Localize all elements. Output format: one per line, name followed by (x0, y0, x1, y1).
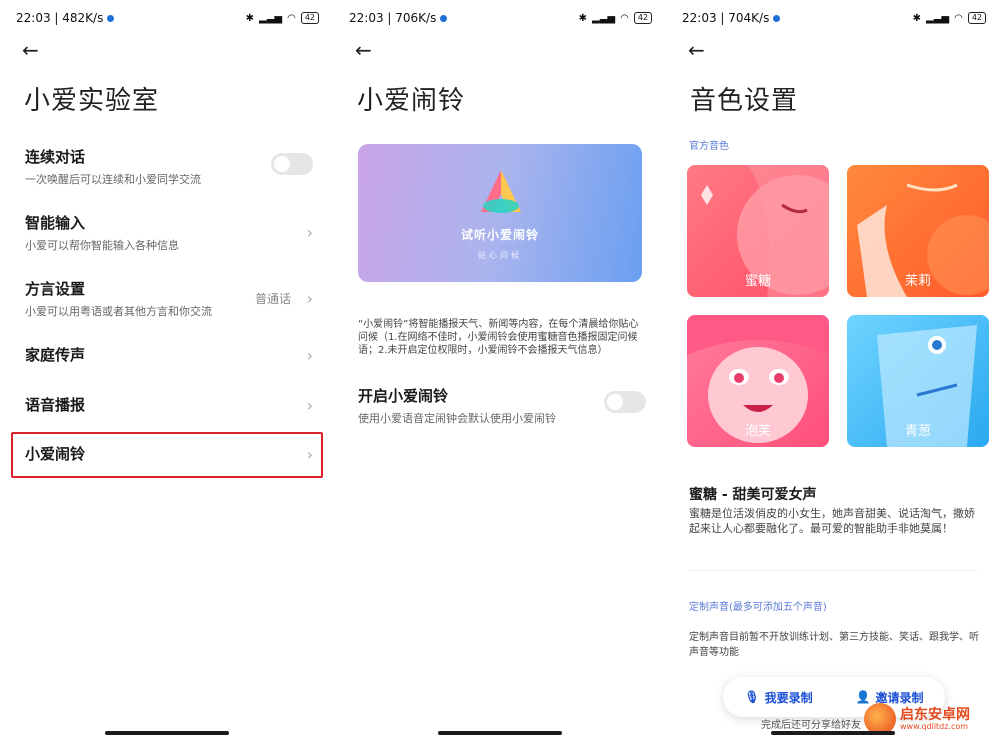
selected-voice-name: 蜜糖 - 甜美可爱女声 (689, 487, 817, 503)
page-title: 小爱实验室 (24, 86, 160, 116)
voice-label: 泡芙 (744, 424, 771, 439)
setting-title: 语音播报 (25, 396, 86, 414)
banner-title: 试听小爱闹铃 (460, 228, 539, 242)
battery-icon: 42 (300, 12, 319, 24)
status-speed: 704K/s (728, 11, 770, 25)
page-title: 小爱闹铃 (357, 86, 466, 116)
voice-label: 青葱 (904, 424, 931, 439)
bluetooth-icon: ✱ (912, 12, 921, 24)
battery-icon: 42 (967, 12, 986, 24)
back-arrow-icon[interactable]: ← (355, 38, 372, 62)
microphone-icon: 🎙 (744, 690, 760, 704)
page-title: 音色设置 (690, 86, 799, 116)
status-bar: 22:03 | 706K/s ✱ ▂▃▅ ◠ 42 (349, 8, 652, 28)
setting-title: 开启小爱闹铃 (358, 387, 449, 405)
signal-icon: ▂▃▅ (926, 12, 950, 24)
voice-tile-qingcong[interactable]: 青葱 (847, 315, 989, 447)
status-time: 22:03 (16, 11, 51, 25)
voice-tile-paofu[interactable]: 泡芙 (687, 315, 829, 447)
setting-subtitle: 一次唤醒后可以连续和小爱同学交流 (25, 173, 201, 186)
setting-dialect[interactable]: 方言设置 小爱可以用粤语或者其他方言和你交流 普通话 › (25, 278, 313, 318)
setting-continuous-dialog[interactable]: 连续对话 一次唤醒后可以连续和小爱同学交流 (25, 146, 313, 186)
home-indicator[interactable] (104, 731, 229, 735)
share-hint: 完成后还可分享给好友 (761, 720, 861, 731)
chevron-right-icon: › (306, 345, 313, 365)
setting-smart-input[interactable]: 智能输入 小爱可以帮你智能输入各种信息 › (25, 212, 313, 252)
alarm-description: “小爱闹铃”将智能播报天气、新闻等内容，在每个清晨给你贴心问候（1.在网络不佳时… (358, 319, 639, 356)
voice-tile-moli[interactable]: 茉莉 (847, 165, 989, 297)
setting-subtitle: 使用小爱语音定闹钟会默认使用小爱闹铃 (358, 412, 556, 425)
setting-title: 连续对话 (25, 148, 86, 166)
signal-icon: ▂▃▅ (259, 12, 283, 24)
alarm-preview-banner[interactable]: 试听小爱闹铃 贴心问候 (358, 144, 642, 282)
status-time: 22:03 (349, 11, 384, 25)
chevron-right-icon: › (306, 395, 313, 415)
notification-dot-icon (773, 14, 781, 22)
official-voices-label: 官方音色 (689, 141, 729, 152)
bluetooth-icon: ✱ (578, 12, 587, 24)
status-bar: 22:03 | 482K/s ✱ ▂▃▅ ◠ 42 (16, 8, 319, 28)
voice-tile-mitang[interactable]: 蜜糖 (687, 165, 829, 297)
home-indicator[interactable] (771, 731, 895, 735)
status-bar: 22:03 | 704K/s ✱ ▂▃▅ ◠ 42 (682, 8, 986, 28)
enable-alarm-toggle[interactable] (604, 391, 646, 413)
xiaoai-logo-icon (481, 170, 521, 213)
banner-subtitle: 贴心问候 (478, 251, 522, 260)
chevron-right-icon: › (306, 222, 313, 242)
signal-icon: ▂▃▅ (592, 12, 616, 24)
back-arrow-icon[interactable]: ← (688, 38, 705, 62)
alarm-screen: 22:03 | 706K/s ✱ ▂▃▅ ◠ 42 ← 小爱闹铃 试听小爱闹铃 … (333, 0, 666, 741)
chevron-right-icon: › (306, 288, 313, 308)
battery-icon: 42 (633, 12, 652, 24)
status-time: 22:03 (682, 11, 717, 25)
status-speed: 482K/s (62, 11, 104, 25)
bluetooth-icon: ✱ (245, 12, 254, 24)
setting-title: 智能输入 (25, 214, 86, 232)
setting-enable-alarm[interactable]: 开启小爱闹铃 使用小爱语音定闹钟会默认使用小爱闹铃 (358, 385, 646, 425)
continuous-dialog-toggle[interactable] (271, 153, 313, 175)
watermark-url: www.qdlitdz.com (900, 721, 969, 731)
status-speed: 706K/s (395, 11, 437, 25)
home-indicator[interactable] (437, 731, 562, 735)
divider (689, 570, 978, 571)
dialect-value: 普通话 (254, 291, 291, 306)
lab-screen: 22:03 | 482K/s ✱ ▂▃▅ ◠ 42 ← 小爱实验室 连续对话 一… (0, 0, 333, 741)
wifi-icon: ◠ (954, 12, 963, 24)
record-button-label: 我要录制 (764, 690, 813, 705)
setting-title: 家庭传声 (25, 346, 86, 364)
setting-voice-report[interactable]: 语音播报 › (25, 394, 313, 416)
wifi-icon: ◠ (287, 12, 296, 24)
voice-label: 蜜糖 (744, 274, 771, 289)
setting-family-broadcast[interactable]: 家庭传声 › (25, 344, 313, 366)
notification-dot-icon (107, 14, 115, 22)
wifi-icon: ◠ (620, 12, 629, 24)
voice-settings-screen: 22:03 | 704K/s ✱ ▂▃▅ ◠ 42 ← 音色设置 官方音色 蜜糖… (666, 0, 1000, 741)
watermark-name: 启东安卓网 (900, 706, 970, 723)
notification-dot-icon (440, 14, 448, 22)
custom-voices-description: 定制声音目前暂不开放训练计划、第三方技能、笑话、跟我学、听声音等功能 (689, 632, 979, 658)
record-button[interactable]: 🎙 我要录制 (723, 689, 834, 706)
custom-voices-label: 定制声音(最多可添加五个声音) (689, 602, 827, 613)
back-arrow-icon[interactable]: ← (22, 38, 39, 62)
highlight-box (11, 432, 323, 478)
voice-label: 茉莉 (904, 274, 931, 289)
selected-voice-description: 蜜糖是位活泼俏皮的小女生，她声音甜美、说话淘气，撒娇起来让人心都要融化了。最可爱… (689, 507, 975, 535)
setting-subtitle: 小爱可以帮你智能输入各种信息 (25, 239, 179, 252)
